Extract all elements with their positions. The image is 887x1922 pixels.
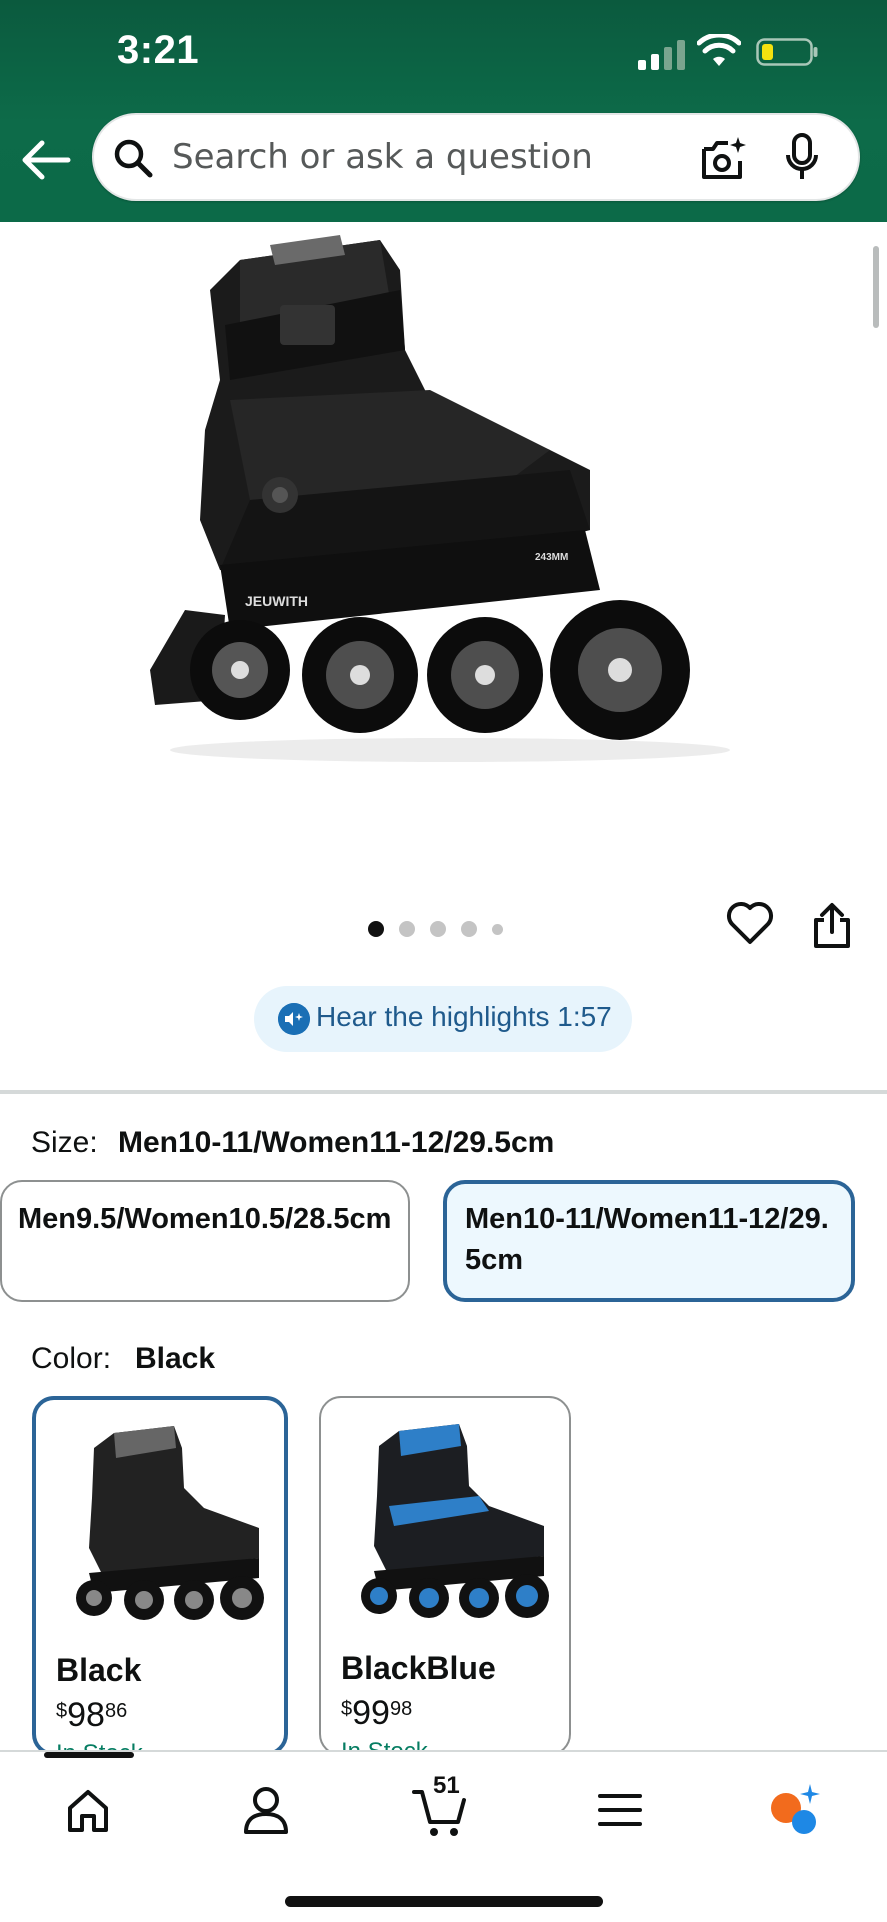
swatch-price: $9886 bbox=[56, 1696, 128, 1734]
back-arrow-icon[interactable] bbox=[20, 138, 72, 182]
home-indicator[interactable] bbox=[285, 1896, 603, 1907]
status-time: 3:21 bbox=[117, 28, 200, 72]
search-icon bbox=[114, 139, 153, 178]
search-input[interactable]: Search or ask a question bbox=[172, 137, 593, 177]
battery-icon bbox=[756, 38, 818, 66]
color-swatch-blackblue[interactable]: BlackBlue $9998 In Stock bbox=[319, 1396, 571, 1756]
audio-spark-icon bbox=[278, 1003, 310, 1035]
home-icon[interactable] bbox=[58, 1780, 118, 1840]
size-option-selected[interactable]: Men10-11/Women11-12/29.5cm bbox=[443, 1180, 855, 1302]
color-swatch-black[interactable]: Black $9886 In Stock bbox=[32, 1396, 288, 1756]
product-brand-text: JEUWITH bbox=[245, 593, 308, 609]
size-label: Size: bbox=[31, 1126, 98, 1159]
gallery-dot[interactable] bbox=[492, 923, 503, 935]
nav-active-indicator bbox=[44, 1752, 134, 1758]
hear-highlights-button[interactable]: Hear the highlights 1:57 bbox=[254, 986, 632, 1052]
microphone-icon[interactable] bbox=[784, 133, 820, 183]
search-bar[interactable]: Search or ask a question bbox=[92, 113, 860, 201]
gallery-dot[interactable] bbox=[399, 921, 415, 937]
bottom-nav-bar: 51 bbox=[0, 1750, 887, 1922]
heart-icon[interactable] bbox=[726, 900, 774, 946]
image-gallery-dots[interactable] bbox=[368, 919, 503, 939]
swatch-image bbox=[361, 1424, 549, 1618]
gallery-dot[interactable] bbox=[461, 921, 477, 937]
menu-icon[interactable] bbox=[590, 1780, 650, 1840]
color-selected-value: Black bbox=[135, 1342, 216, 1375]
swatch-name: Black bbox=[56, 1652, 142, 1688]
rufus-assistant-icon[interactable] bbox=[764, 1780, 824, 1840]
product-frame-marking: 243MM bbox=[535, 552, 568, 563]
scroll-indicator bbox=[873, 246, 879, 328]
gallery-dot[interactable] bbox=[430, 921, 446, 937]
camera-search-icon[interactable] bbox=[700, 135, 748, 183]
product-image[interactable]: JEUWITH 243MM bbox=[130, 230, 750, 850]
cell-signal-icon bbox=[638, 40, 685, 70]
share-icon[interactable] bbox=[810, 902, 854, 950]
wifi-icon bbox=[697, 34, 741, 66]
color-label: Color: bbox=[31, 1342, 112, 1375]
account-icon[interactable] bbox=[236, 1780, 296, 1840]
section-divider bbox=[0, 1090, 887, 1094]
cart-count-badge: 51 bbox=[433, 1772, 460, 1799]
swatch-image bbox=[76, 1426, 264, 1620]
gallery-dot[interactable] bbox=[368, 921, 384, 937]
size-option[interactable]: Men9.5/Women10.5/28.5cm bbox=[0, 1180, 410, 1302]
hear-highlights-label: Hear the highlights 1:57 bbox=[316, 1001, 612, 1032]
app-header: 3:21 Search or ask a question bbox=[0, 0, 887, 222]
swatch-name: BlackBlue bbox=[341, 1650, 496, 1686]
size-selected-value: Men10-11/Women11-12/29.5cm bbox=[118, 1126, 555, 1159]
swatch-price: $9998 bbox=[341, 1694, 413, 1732]
